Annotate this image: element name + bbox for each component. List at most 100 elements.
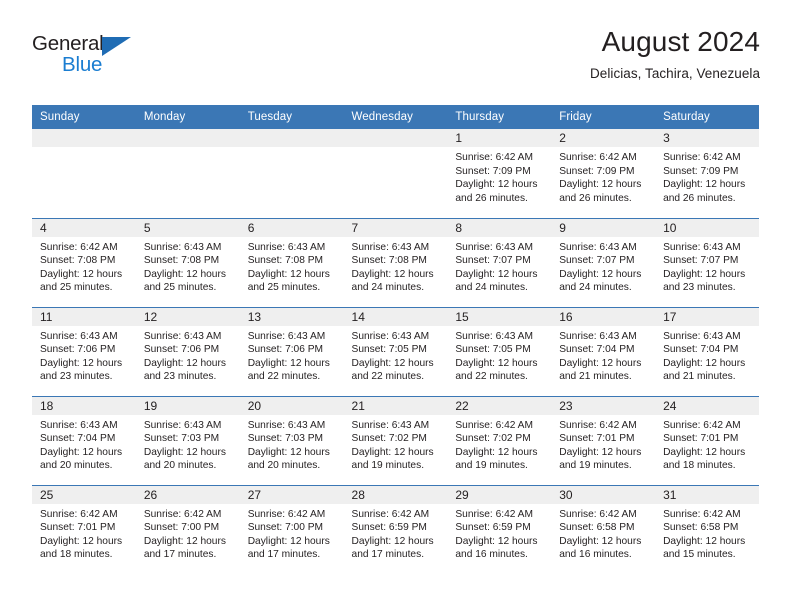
sunrise-text: Sunrise: 6:43 AM [455, 241, 533, 253]
sunrise-text: Sunrise: 6:42 AM [559, 152, 637, 163]
day-cell[interactable] [239, 129, 344, 218]
day-info: Sunrise: 6:42 AM Sunset: 6:59 PM Dayligh… [344, 504, 448, 562]
daylight-text: Daylight: 12 hours and 24 minutes. [351, 268, 434, 294]
day-info: Sunrise: 6:43 AM Sunset: 7:08 PM Dayligh… [136, 237, 240, 295]
sunset-text: Sunset: 7:04 PM [40, 433, 116, 445]
day-cell[interactable]: 13 Sunrise: 6:43 AM Sunset: 7:06 PM Dayl… [239, 306, 344, 396]
day-cell[interactable]: 28 Sunrise: 6:42 AM Sunset: 6:59 PM Dayl… [343, 484, 448, 574]
day-cell[interactable]: 6 Sunrise: 6:43 AM Sunset: 7:08 PM Dayli… [239, 217, 344, 307]
day-cell[interactable]: 14 Sunrise: 6:43 AM Sunset: 7:05 PM Dayl… [343, 306, 448, 396]
daylight-text: Daylight: 12 hours and 22 minutes. [351, 357, 434, 383]
day-number: 4 [32, 218, 136, 237]
sunset-text: Sunset: 7:04 PM [663, 344, 739, 356]
calendar-page: General Blue August 2024 Delicias, Tachi… [0, 0, 792, 612]
sunset-text: Sunset: 7:06 PM [143, 344, 220, 356]
day-cell[interactable]: 23 Sunrise: 6:42 AM Sunset: 7:01 PM Dayl… [551, 395, 656, 485]
weekday-header-wednesday: Wednesday [343, 105, 448, 129]
sunrise-text: Sunrise: 6:43 AM [247, 330, 326, 342]
daylight-text: Daylight: 12 hours and 19 minutes. [351, 446, 434, 472]
day-cell[interactable]: 10 Sunrise: 6:43 AM Sunset: 7:07 PM Dayl… [655, 217, 759, 307]
daylight-text: Daylight: 12 hours and 19 minutes. [455, 446, 538, 472]
day-cell[interactable]: 8 Sunrise: 6:43 AM Sunset: 7:07 PM Dayli… [447, 217, 552, 307]
day-number: 23 [551, 396, 656, 415]
day-number: 10 [655, 218, 759, 237]
logo-text-blue: Blue [62, 53, 103, 76]
day-cell[interactable]: 3 Sunrise: 6:42 AM Sunset: 7:09 PM Dayli… [655, 129, 759, 218]
day-cell[interactable]: 27 Sunrise: 6:42 AM Sunset: 7:00 PM Dayl… [239, 484, 344, 574]
day-cell[interactable]: 5 Sunrise: 6:43 AM Sunset: 7:08 PM Dayli… [135, 217, 240, 307]
day-cell[interactable]: 7 Sunrise: 6:43 AM Sunset: 7:08 PM Dayli… [343, 217, 448, 307]
weekday-header-friday: Friday [551, 105, 656, 129]
day-number [343, 129, 448, 147]
day-cell[interactable]: 31 Sunrise: 6:42 AM Sunset: 6:58 PM Dayl… [655, 484, 759, 574]
sunset-text: Sunset: 7:05 PM [351, 344, 427, 356]
day-info: Sunrise: 6:42 AM Sunset: 7:02 PM Dayligh… [447, 415, 551, 473]
sunset-text: Sunset: 7:08 PM [143, 255, 220, 267]
day-info: Sunrise: 6:43 AM Sunset: 7:06 PM Dayligh… [240, 326, 344, 384]
day-number: 27 [239, 485, 344, 504]
day-info: Sunrise: 6:43 AM Sunset: 7:03 PM Dayligh… [240, 415, 344, 473]
day-cell[interactable]: 20 Sunrise: 6:43 AM Sunset: 7:03 PM Dayl… [239, 395, 344, 485]
sunrise-text: Sunrise: 6:43 AM [351, 330, 430, 342]
day-number: 16 [551, 307, 656, 326]
sunset-text: Sunset: 7:01 PM [663, 433, 739, 445]
sunrise-text: Sunrise: 6:42 AM [247, 508, 326, 520]
daylight-text: Daylight: 12 hours and 24 minutes. [559, 268, 642, 294]
day-cell[interactable]: 26 Sunrise: 6:42 AM Sunset: 7:00 PM Dayl… [135, 484, 240, 574]
general-blue-logo[interactable]: General Blue [32, 33, 182, 86]
daylight-text: Daylight: 12 hours and 25 minutes. [40, 268, 123, 294]
day-cell[interactable]: 22 Sunrise: 6:42 AM Sunset: 7:02 PM Dayl… [447, 395, 552, 485]
daylight-text: Daylight: 12 hours and 20 minutes. [40, 446, 123, 472]
sunrise-text: Sunrise: 6:43 AM [40, 330, 118, 342]
sunrise-text: Sunrise: 6:43 AM [559, 241, 637, 253]
day-number: 24 [655, 396, 759, 415]
daylight-text: Daylight: 12 hours and 18 minutes. [40, 535, 123, 561]
daylight-text: Daylight: 12 hours and 17 minutes. [143, 535, 226, 561]
day-cell[interactable] [343, 129, 448, 218]
day-cell[interactable]: 21 Sunrise: 6:43 AM Sunset: 7:02 PM Dayl… [343, 395, 448, 485]
day-cell[interactable]: 15 Sunrise: 6:43 AM Sunset: 7:05 PM Dayl… [447, 306, 552, 396]
day-cell[interactable]: 18 Sunrise: 6:43 AM Sunset: 7:04 PM Dayl… [32, 395, 136, 485]
day-info: Sunrise: 6:43 AM Sunset: 7:08 PM Dayligh… [344, 237, 448, 295]
day-number: 31 [655, 485, 759, 504]
day-cell[interactable]: 17 Sunrise: 6:43 AM Sunset: 7:04 PM Dayl… [655, 306, 759, 396]
daylight-text: Daylight: 12 hours and 17 minutes. [247, 535, 330, 561]
day-cell[interactable]: 16 Sunrise: 6:43 AM Sunset: 7:04 PM Dayl… [551, 306, 656, 396]
weekday-header-tuesday: Tuesday [239, 105, 344, 129]
daylight-text: Daylight: 12 hours and 16 minutes. [455, 535, 538, 561]
day-cell[interactable]: 11 Sunrise: 6:43 AM Sunset: 7:06 PM Dayl… [32, 306, 136, 396]
day-number: 22 [447, 396, 552, 415]
day-cell[interactable]: 4 Sunrise: 6:42 AM Sunset: 7:08 PM Dayli… [32, 217, 136, 307]
day-cell[interactable] [135, 129, 240, 218]
sunrise-text: Sunrise: 6:42 AM [663, 152, 741, 163]
sunrise-text: Sunrise: 6:43 AM [143, 241, 222, 253]
day-cell[interactable]: 9 Sunrise: 6:43 AM Sunset: 7:07 PM Dayli… [551, 217, 656, 307]
sunrise-text: Sunrise: 6:43 AM [247, 419, 326, 431]
sunrise-text: Sunrise: 6:43 AM [663, 330, 741, 342]
day-info: Sunrise: 6:42 AM Sunset: 6:58 PM Dayligh… [655, 504, 759, 562]
day-info: Sunrise: 6:42 AM Sunset: 7:08 PM Dayligh… [32, 237, 136, 295]
day-cell[interactable]: 24 Sunrise: 6:42 AM Sunset: 7:01 PM Dayl… [655, 395, 759, 485]
day-cell[interactable]: 2 Sunrise: 6:42 AM Sunset: 7:09 PM Dayli… [551, 129, 656, 218]
day-cell[interactable]: 30 Sunrise: 6:42 AM Sunset: 6:58 PM Dayl… [551, 484, 656, 574]
day-info: Sunrise: 6:43 AM Sunset: 7:04 PM Dayligh… [655, 326, 759, 384]
sunset-text: Sunset: 6:59 PM [455, 522, 531, 534]
daylight-text: Daylight: 12 hours and 21 minutes. [559, 357, 642, 383]
sunset-text: Sunset: 7:05 PM [455, 344, 531, 356]
day-number [32, 129, 136, 147]
day-cell[interactable]: 19 Sunrise: 6:43 AM Sunset: 7:03 PM Dayl… [135, 395, 240, 485]
daylight-text: Daylight: 12 hours and 20 minutes. [143, 446, 226, 472]
day-cell[interactable] [32, 129, 136, 218]
day-cell[interactable]: 25 Sunrise: 6:42 AM Sunset: 7:01 PM Dayl… [32, 484, 136, 574]
sunset-text: Sunset: 7:02 PM [351, 433, 427, 445]
week-row: 25 Sunrise: 6:42 AM Sunset: 7:01 PM Dayl… [32, 484, 759, 574]
day-info: Sunrise: 6:42 AM Sunset: 7:09 PM Dayligh… [551, 147, 655, 205]
day-info: Sunrise: 6:43 AM Sunset: 7:03 PM Dayligh… [136, 415, 240, 473]
day-cell[interactable]: 29 Sunrise: 6:42 AM Sunset: 6:59 PM Dayl… [447, 484, 552, 574]
day-info: Sunrise: 6:43 AM Sunset: 7:04 PM Dayligh… [32, 415, 136, 473]
day-number: 25 [32, 485, 136, 504]
sunrise-text: Sunrise: 6:42 AM [40, 241, 118, 253]
daylight-text: Daylight: 12 hours and 26 minutes. [559, 179, 642, 204]
day-cell[interactable]: 12 Sunrise: 6:43 AM Sunset: 7:06 PM Dayl… [135, 306, 240, 396]
day-cell[interactable]: 1 Sunrise: 6:42 AM Sunset: 7:09 PM Dayli… [447, 129, 552, 218]
